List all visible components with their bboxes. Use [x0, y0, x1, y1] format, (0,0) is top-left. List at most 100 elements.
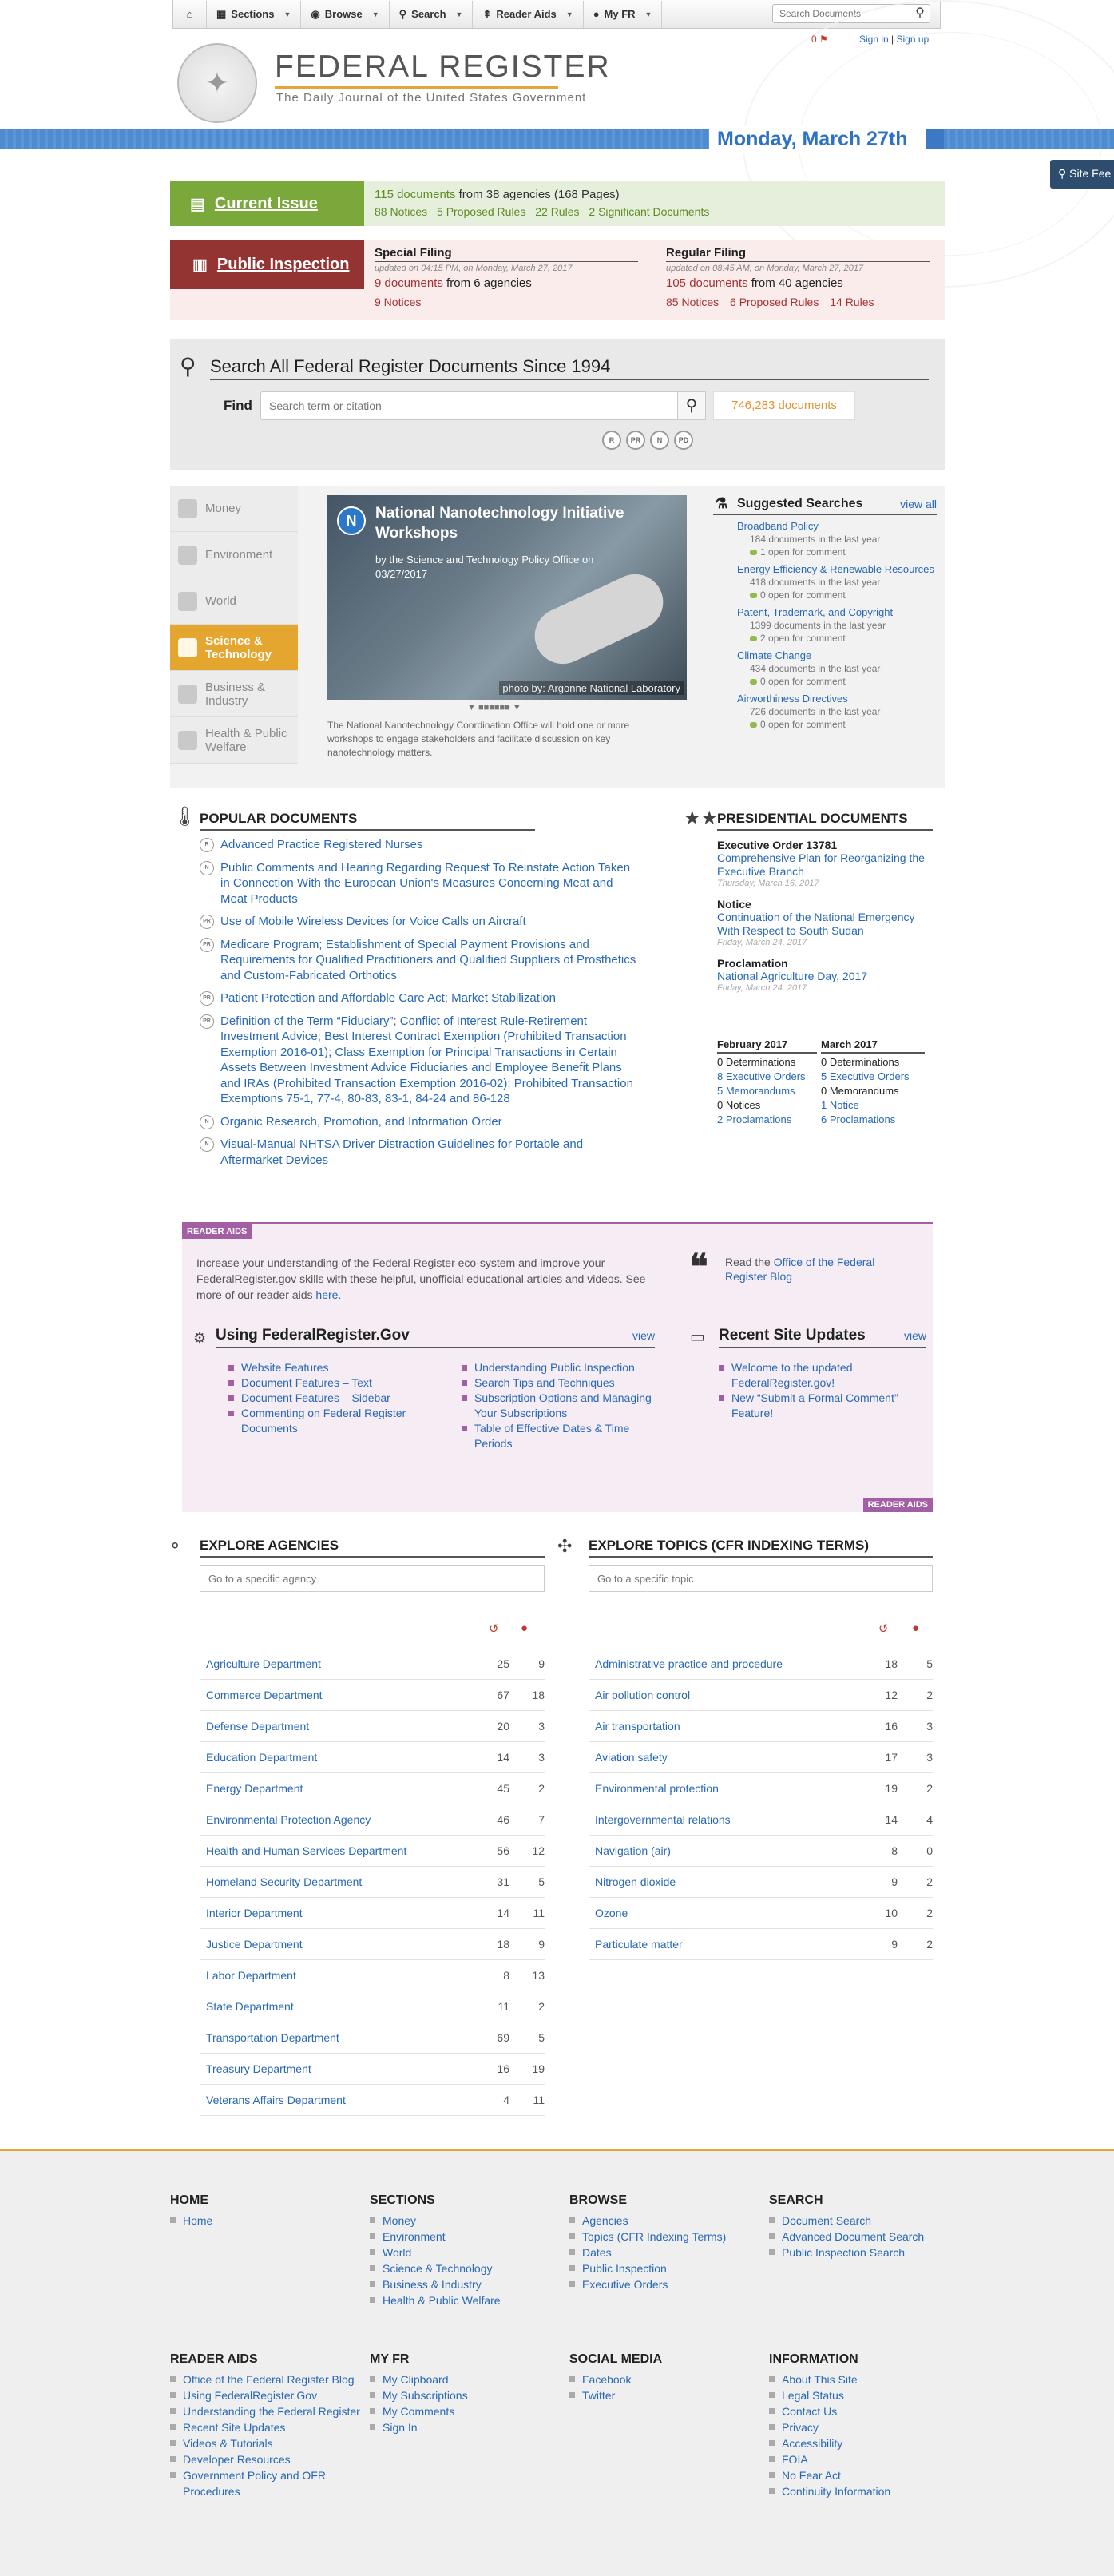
proposed-rule-type-icon[interactable]: PR — [626, 431, 645, 450]
site-updates-view-link[interactable]: view — [904, 1329, 926, 1342]
month-count-link[interactable]: 6 Proclamations — [821, 1113, 925, 1127]
current-issue-button[interactable]: ▤ Current Issue — [170, 181, 364, 226]
footer-link[interactable]: Contact Us — [769, 2403, 961, 2419]
nav-sections[interactable]: ▦ Sections ▼ — [207, 0, 302, 28]
agency-link[interactable]: Energy Department — [200, 1782, 474, 1795]
reader-aid-link[interactable]: Document Features – Sidebar — [228, 1391, 444, 1406]
popular-doc-link[interactable]: Use of Mobile Wireless Devices for Voice… — [220, 914, 526, 930]
footer-link[interactable]: Business & Industry — [370, 2276, 561, 2292]
topic-link[interactable]: Nitrogen dioxide — [589, 1875, 862, 1888]
footer-link[interactable]: Privacy — [769, 2419, 961, 2435]
footer-link[interactable]: Executive Orders — [569, 2276, 761, 2292]
footer-link[interactable]: No Fear Act — [769, 2467, 961, 2483]
suggested-link[interactable]: Climate Change — [737, 649, 937, 662]
footer-link[interactable]: Advanced Document Search — [769, 2229, 961, 2245]
home-button[interactable]: ⌂ — [173, 0, 207, 28]
reader-aids-here-link[interactable]: here. — [315, 1288, 341, 1301]
month-count-link[interactable]: 5 Executive Orders — [821, 1070, 925, 1084]
topic-link[interactable]: Administrative practice and procedure — [589, 1657, 862, 1670]
search-submit-button[interactable]: ⚲ — [677, 391, 706, 420]
reader-aid-link[interactable]: Website Features — [228, 1360, 444, 1375]
topic-link[interactable]: Aviation safety — [589, 1751, 862, 1764]
section-business-industry[interactable]: Business & Industry — [170, 671, 298, 717]
popular-doc-link[interactable]: Patient Protection and Affordable Care A… — [220, 990, 556, 1006]
reader-aid-link[interactable]: Search Tips and Techniques — [462, 1375, 661, 1391]
site-update-link[interactable]: New “Submit a Formal Comment” Feature! — [719, 1391, 918, 1421]
month-count-link[interactable]: 1 Notice — [821, 1098, 925, 1113]
regular-notices-link[interactable]: 85 Notices — [666, 296, 719, 308]
footer-link[interactable]: Home — [170, 2213, 362, 2229]
special-filing-docs-link[interactable]: 9 documents — [375, 276, 443, 290]
footer-link[interactable]: Understanding the Federal Register — [170, 2403, 362, 2419]
site-title[interactable]: FEDERAL REGISTER — [275, 50, 611, 85]
footer-link[interactable]: About This Site — [769, 2372, 961, 2387]
presidential-doc-type-icon[interactable]: PD — [674, 431, 693, 450]
footer-link[interactable]: FOIA — [769, 2451, 961, 2467]
topic-link[interactable]: Air pollution control — [589, 1689, 862, 1701]
view-all-link[interactable]: view all — [900, 498, 937, 510]
footer-link[interactable]: Accessibility — [769, 2435, 961, 2451]
footer-link[interactable]: Office of the Federal Register Blog — [170, 2372, 362, 2387]
topic-link[interactable]: Environmental protection — [589, 1782, 862, 1795]
site-update-link[interactable]: Welcome to the updated FederalRegister.g… — [719, 1360, 918, 1391]
footer-link[interactable]: Legal Status — [769, 2387, 961, 2403]
footer-link[interactable]: Videos & Tutorials — [170, 2435, 362, 2451]
month-count-link[interactable]: 5 Memorandums — [717, 1084, 817, 1098]
nav-search[interactable]: ⚲ Search ▼ — [390, 0, 474, 28]
presidential-doc-link[interactable]: National Agriculture Day, 2017 — [717, 970, 933, 983]
suggested-link[interactable]: Broadband Policy — [737, 520, 937, 533]
presidential-doc-link[interactable]: Comprehensive Plan for Reorganizing the … — [717, 851, 933, 879]
carousel-dots[interactable]: ▼ ■■■■■■ ▼ — [467, 703, 521, 712]
reader-aid-link[interactable]: Commenting on Federal Register Documents — [228, 1406, 444, 1436]
agency-link[interactable]: Transportation Department — [200, 2031, 474, 2044]
footer-link[interactable]: Document Search — [769, 2213, 961, 2229]
site-feedback-button[interactable]: ⚲ Site Fee — [1050, 160, 1114, 189]
significant-docs-link[interactable]: 2 Significant Documents — [589, 205, 709, 218]
reader-aid-link[interactable]: Understanding Public Inspection — [462, 1360, 661, 1375]
footer-link[interactable]: Public Inspection Search — [769, 2245, 961, 2260]
agency-link[interactable]: Homeland Security Department — [200, 1875, 474, 1888]
footer-link[interactable]: Recent Site Updates — [170, 2419, 362, 2435]
sign-in-link[interactable]: Sign in — [859, 34, 889, 45]
featured-document[interactable]: N National Nanotechnology Initiative Wor… — [327, 495, 687, 700]
footer-link[interactable]: Money — [370, 2213, 561, 2229]
rule-type-icon[interactable]: R — [602, 431, 621, 450]
rules-link[interactable]: 22 Rules — [535, 205, 579, 218]
using-fr-view-link[interactable]: view — [632, 1329, 655, 1342]
topic-link[interactable]: Intergovernmental relations — [589, 1813, 862, 1826]
calendar-square-icon[interactable] — [926, 129, 944, 149]
special-notices-link[interactable]: 9 Notices — [375, 296, 421, 308]
popular-doc-link[interactable]: Advanced Practice Registered Nurses — [220, 837, 422, 853]
topic-link[interactable]: Ozone — [589, 1907, 862, 1919]
footer-link[interactable]: My Subscriptions — [370, 2387, 561, 2403]
nav-reader-aids[interactable]: ⇞ Reader Aids ▼ — [473, 0, 584, 28]
featured-title[interactable]: National Nanotechnology Initiative Works… — [375, 503, 671, 543]
footer-link[interactable]: Science & Technology — [370, 2260, 561, 2276]
footer-link[interactable]: Health & Public Welfare — [370, 2292, 561, 2308]
notifications-count[interactable]: 0 ⚑ — [811, 34, 828, 45]
agency-link[interactable]: State Department — [200, 2000, 474, 2013]
agency-link[interactable]: Education Department — [200, 1751, 474, 1764]
section-health-welfare[interactable]: Health & Public Welfare — [170, 717, 298, 764]
federal-register-seal-logo[interactable]: ✦ — [177, 43, 257, 123]
footer-link[interactable]: Dates — [569, 2245, 761, 2260]
agency-search-input[interactable] — [200, 1565, 545, 1592]
footer-link[interactable]: Continuity Information — [769, 2483, 961, 2499]
suggested-link[interactable]: Energy Efficiency & Renewable Resources — [737, 563, 937, 576]
suggested-link[interactable]: Airworthiness Directives — [737, 693, 937, 705]
footer-link[interactable]: Twitter — [569, 2387, 761, 2403]
footer-link[interactable]: Sign In — [370, 2419, 561, 2435]
month-count-link[interactable]: 2 Proclamations — [717, 1113, 817, 1127]
footer-link[interactable]: World — [370, 2245, 561, 2260]
agency-link[interactable]: Interior Department — [200, 1907, 474, 1919]
footer-link[interactable]: Developer Resources — [170, 2451, 362, 2467]
notice-type-icon[interactable]: N — [650, 431, 669, 450]
notices-link[interactable]: 88 Notices — [375, 205, 427, 218]
footer-link[interactable]: Agencies — [569, 2213, 761, 2229]
footer-link[interactable]: Government Policy and OFR Procedures — [170, 2467, 362, 2499]
reader-aid-link[interactable]: Subscription Options and Managing Your S… — [462, 1391, 661, 1421]
footer-link[interactable]: My Clipboard — [370, 2372, 561, 2387]
nav-browse[interactable]: ◉ Browse ▼ — [301, 0, 390, 28]
footer-link[interactable]: My Comments — [370, 2403, 561, 2419]
agency-link[interactable]: Agriculture Department — [200, 1657, 474, 1670]
